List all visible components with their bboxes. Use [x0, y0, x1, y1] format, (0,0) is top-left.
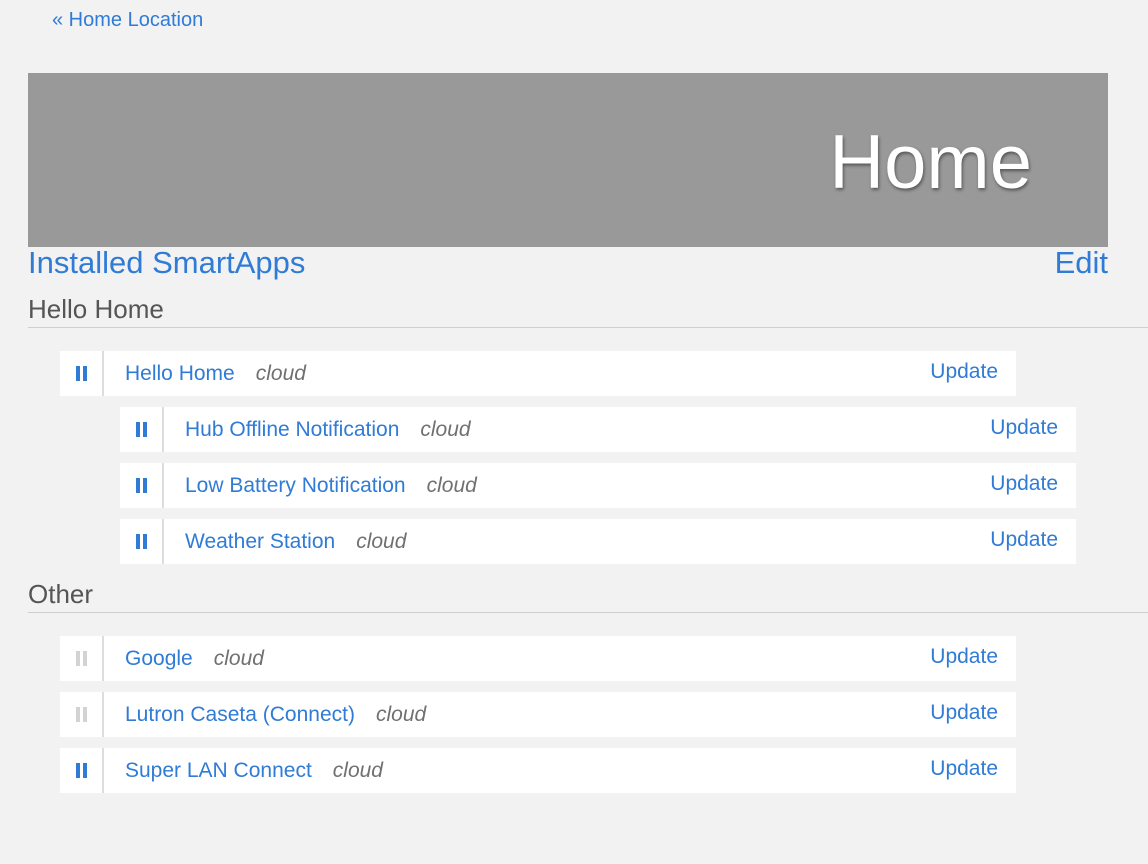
section-header-other: Other [28, 579, 1148, 613]
smartapps-header: Installed SmartApps Edit [28, 245, 1108, 281]
update-button[interactable]: Update [990, 416, 1058, 440]
smartapp-location: cloud [213, 646, 264, 670]
edit-button[interactable]: Edit [1055, 245, 1108, 281]
update-button[interactable]: Update [930, 360, 998, 384]
smartapp-location: cloud [420, 417, 471, 441]
pause-icon[interactable] [60, 692, 104, 737]
pause-icon[interactable] [120, 519, 164, 564]
smartapp-location: cloud [375, 702, 427, 726]
smartapp-name[interactable]: Super LAN Connect [125, 759, 312, 783]
update-button[interactable]: Update [930, 645, 998, 669]
pause-icon[interactable] [60, 636, 104, 681]
smartapp-row: Super LAN Connect cloud Update [60, 748, 1016, 793]
smartapp-location: cloud [332, 758, 383, 782]
smartapp-row: Hello Home cloud Update [60, 351, 1016, 396]
installed-smartapps-heading[interactable]: Installed SmartApps [28, 245, 305, 281]
update-button[interactable]: Update [990, 528, 1058, 552]
smartapp-row: Weather Station cloud Update [120, 519, 1076, 564]
update-button[interactable]: Update [990, 472, 1058, 496]
smartapp-location: cloud [255, 361, 306, 385]
smartapp-row: Hub Offline Notification cloud Update [120, 407, 1076, 452]
smartapp-name[interactable]: Hub Offline Notification [185, 418, 399, 442]
pause-icon[interactable] [120, 463, 164, 508]
back-link-home-location[interactable]: « Home Location [52, 9, 203, 32]
smartapp-location: cloud [356, 529, 407, 553]
page-title: Home [829, 120, 1032, 205]
update-button[interactable]: Update [930, 701, 998, 725]
smartapp-name[interactable]: Google [125, 647, 193, 671]
smartapp-row: Low Battery Notification cloud Update [120, 463, 1076, 508]
smartapp-location: cloud [426, 473, 477, 497]
pause-icon[interactable] [60, 748, 104, 793]
smartapp-name[interactable]: Weather Station [185, 530, 335, 554]
pause-icon[interactable] [60, 351, 104, 396]
location-banner: Home [28, 73, 1108, 247]
section-header-hello-home: Hello Home [28, 294, 1148, 328]
smartapp-name[interactable]: Lutron Caseta (Connect) [125, 703, 355, 727]
pause-icon[interactable] [120, 407, 164, 452]
smartapp-name[interactable]: Hello Home [125, 362, 235, 386]
update-button[interactable]: Update [930, 757, 998, 781]
smartapp-row: Google cloud Update [60, 636, 1016, 681]
smartapp-name[interactable]: Low Battery Notification [185, 474, 406, 498]
smartapp-row: Lutron Caseta (Connect) cloud Update [60, 692, 1016, 737]
